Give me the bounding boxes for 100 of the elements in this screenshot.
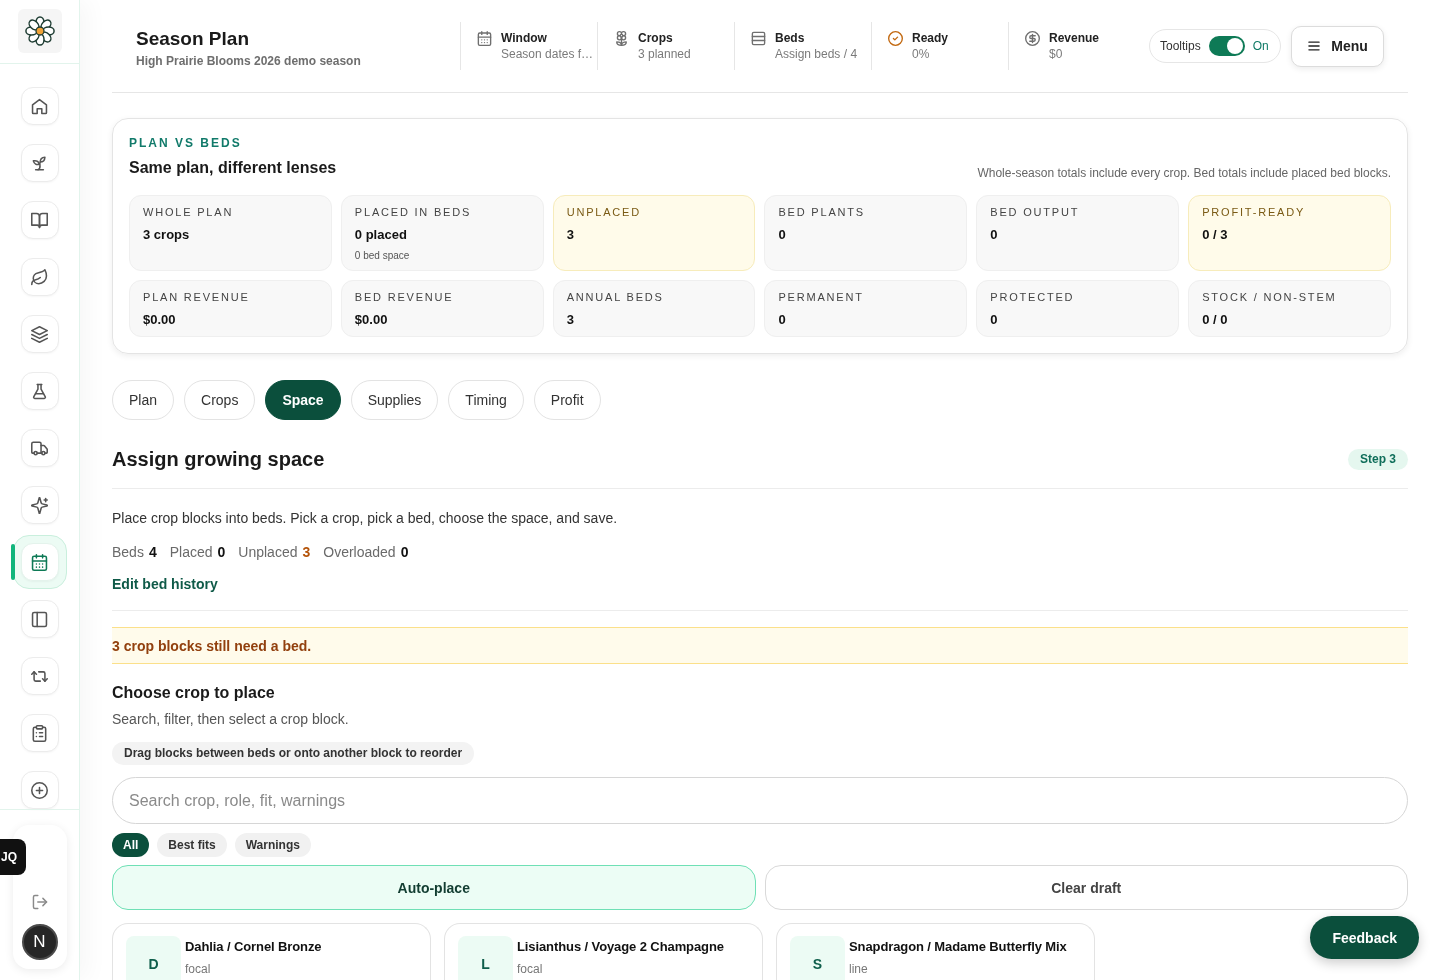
crop-name: Dahlia / Cornel Bronze (185, 938, 323, 956)
crop-card[interactable]: D Dahlia / Cornel Bronze focal (112, 923, 431, 980)
filter-button[interactable]: Warnings (234, 833, 311, 857)
crop-initial-tile: L (458, 936, 513, 980)
filter-button[interactable]: Best fits (157, 833, 227, 857)
count-label: Unplaced (238, 544, 298, 560)
search-field[interactable]: Search crop, role, fit, warnings (112, 777, 1408, 824)
tab[interactable]: Supplies (350, 380, 439, 420)
toggle-state: On (1252, 39, 1269, 53)
tile-detail: 0 bed space (354, 249, 411, 263)
crop-card[interactable]: S Snapdragon / Madame Butterfly Mix line (776, 923, 1095, 980)
tile-value: 0 placed (354, 226, 408, 244)
section-description: Place crop blocks into beds. Pick a crop, pick a bed, choose the space, and save. (112, 509, 619, 528)
feedback-button[interactable]: Feedback (1310, 916, 1419, 959)
warning-banner: 3 crop blocks still need a bed. (112, 627, 1408, 664)
count-value: 0 (400, 544, 409, 560)
menu-icon (1307, 39, 1322, 53)
step-badge: Step 3 (1348, 448, 1408, 470)
stat-value: Season dates f… (501, 46, 594, 62)
nav-button[interactable] (20, 714, 59, 752)
stat-label: Ready (912, 30, 949, 46)
tab[interactable]: Plan (112, 380, 175, 420)
tile-value: 0 (990, 311, 999, 329)
tile-label: PLAN REVENUE (143, 290, 251, 304)
nav-button[interactable] (20, 429, 59, 467)
toggle-label: Tooltips (1160, 39, 1201, 53)
list-rows-icon (751, 31, 766, 46)
menu-button[interactable]: Menu (1291, 25, 1384, 67)
tab[interactable]: Crops (184, 380, 256, 420)
card-note: Whole-season totals include every crop. Bed totals include placed bed blocks. (977, 165, 1391, 181)
nav-button[interactable] (20, 657, 59, 695)
filter-button[interactable]: All (112, 833, 150, 857)
user-badge[interactable]: JQ (0, 839, 26, 875)
flower-logo (17, 9, 62, 53)
sparkle-icon (31, 496, 48, 514)
page-subtitle: High Prairie Blooms 2026 demo season (136, 53, 362, 69)
crop-initial-tile: S (790, 936, 845, 980)
tile-value: 0 (778, 311, 787, 329)
clipboard-icon (31, 724, 48, 742)
plus-circle-icon (31, 781, 48, 799)
edit-history-link[interactable]: Edit bed history (112, 574, 218, 594)
layers-icon (31, 325, 48, 343)
nav-button[interactable] (20, 486, 59, 524)
tab[interactable]: Timing (448, 380, 524, 420)
crop-card[interactable]: L Lisianthus / Voyage 2 Champagne focal (444, 923, 763, 980)
count-label: Beds (112, 544, 144, 560)
action-button[interactable]: Clear draft (764, 865, 1408, 910)
sprout-icon (31, 154, 48, 172)
tile-value: 0 (778, 226, 787, 244)
count-value: 4 (148, 544, 157, 560)
nav-button[interactable] (20, 372, 59, 410)
tile-value: $0.00 (354, 311, 389, 329)
nav-button[interactable] (20, 600, 59, 638)
nav-button[interactable] (20, 315, 59, 353)
tile-label: PERMANENT (778, 290, 865, 304)
panel-icon (31, 610, 48, 628)
logout-icon[interactable] (31, 894, 48, 910)
nav-button[interactable] (20, 201, 59, 239)
tile-value: $0.00 (143, 311, 177, 329)
picker-subtitle: Search, filter, then select a crop block. (112, 710, 350, 729)
tab[interactable]: Space (265, 380, 341, 420)
stat-value: $0 (1049, 46, 1064, 62)
tile-value: 0 (990, 226, 999, 244)
action-button[interactable]: Auto-place (112, 865, 756, 910)
crop-role: focal (517, 961, 544, 977)
book-icon (31, 211, 48, 229)
count-value: 0 (217, 544, 226, 560)
truck-icon (31, 439, 48, 457)
crop-role: line (849, 961, 869, 977)
flask-icon (31, 382, 48, 400)
tile-label: PROTECTED (990, 290, 1076, 304)
flower-icon (614, 31, 629, 46)
card-title: Same plan, different lenses (129, 158, 337, 178)
tile-label: ANNUAL BEDS (566, 290, 665, 304)
page-title: Season Plan (136, 27, 250, 51)
calendar-icon (31, 553, 48, 571)
tile-label: UNPLACED (566, 205, 642, 219)
stat-label: Window (501, 30, 548, 46)
tile-label: STOCK / NON-STEM (1202, 290, 1338, 304)
stat-value: 0% (912, 46, 931, 62)
tile-value: 0 / 0 (1202, 311, 1229, 329)
crop-initial-tile: D (126, 936, 181, 980)
tile-value: 3 (566, 311, 575, 329)
tile-label: BED PLANTS (778, 205, 866, 219)
nav-button[interactable] (20, 87, 59, 125)
user-avatar[interactable]: N (21, 924, 58, 960)
nav-button[interactable] (20, 258, 59, 296)
picker-title: Choose crop to place (112, 683, 276, 703)
calendar-icon (477, 31, 492, 46)
section-title: Assign growing space (112, 447, 325, 472)
stat-label: Revenue (1049, 30, 1100, 46)
toggle-switch[interactable] (1208, 36, 1245, 56)
tab[interactable]: Profit (533, 380, 601, 420)
active-indicator (10, 544, 15, 580)
leaf-icon (31, 268, 48, 286)
nav-button[interactable] (20, 543, 59, 581)
card-eyebrow: PLAN VS BEDS (129, 135, 243, 151)
nav-button[interactable] (20, 771, 59, 809)
nav-button[interactable] (20, 144, 59, 182)
tile-value: 0 / 3 (1202, 226, 1229, 244)
